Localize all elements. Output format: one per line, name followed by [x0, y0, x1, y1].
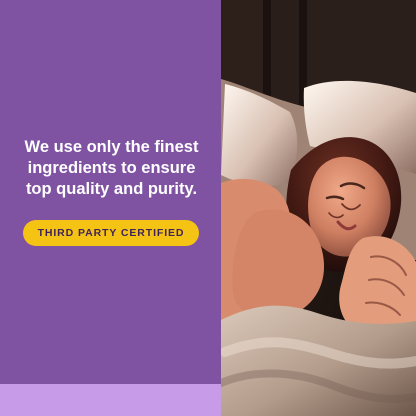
product-benefit-graphic: We use only the finest ingredients to en… — [0, 0, 416, 416]
sleeping-woman-illustration — [221, 0, 416, 416]
purity-headline: We use only the finest ingredients to en… — [24, 138, 199, 198]
lavender-bottom-strip — [0, 384, 221, 416]
third-party-certified-badge: THIRD PARTY CERTIFIED — [23, 220, 199, 246]
purple-message-panel: We use only the finest ingredients to en… — [0, 0, 221, 384]
third-party-certified-label: THIRD PARTY CERTIFIED — [37, 227, 185, 239]
sleeping-woman-photo — [221, 0, 416, 416]
